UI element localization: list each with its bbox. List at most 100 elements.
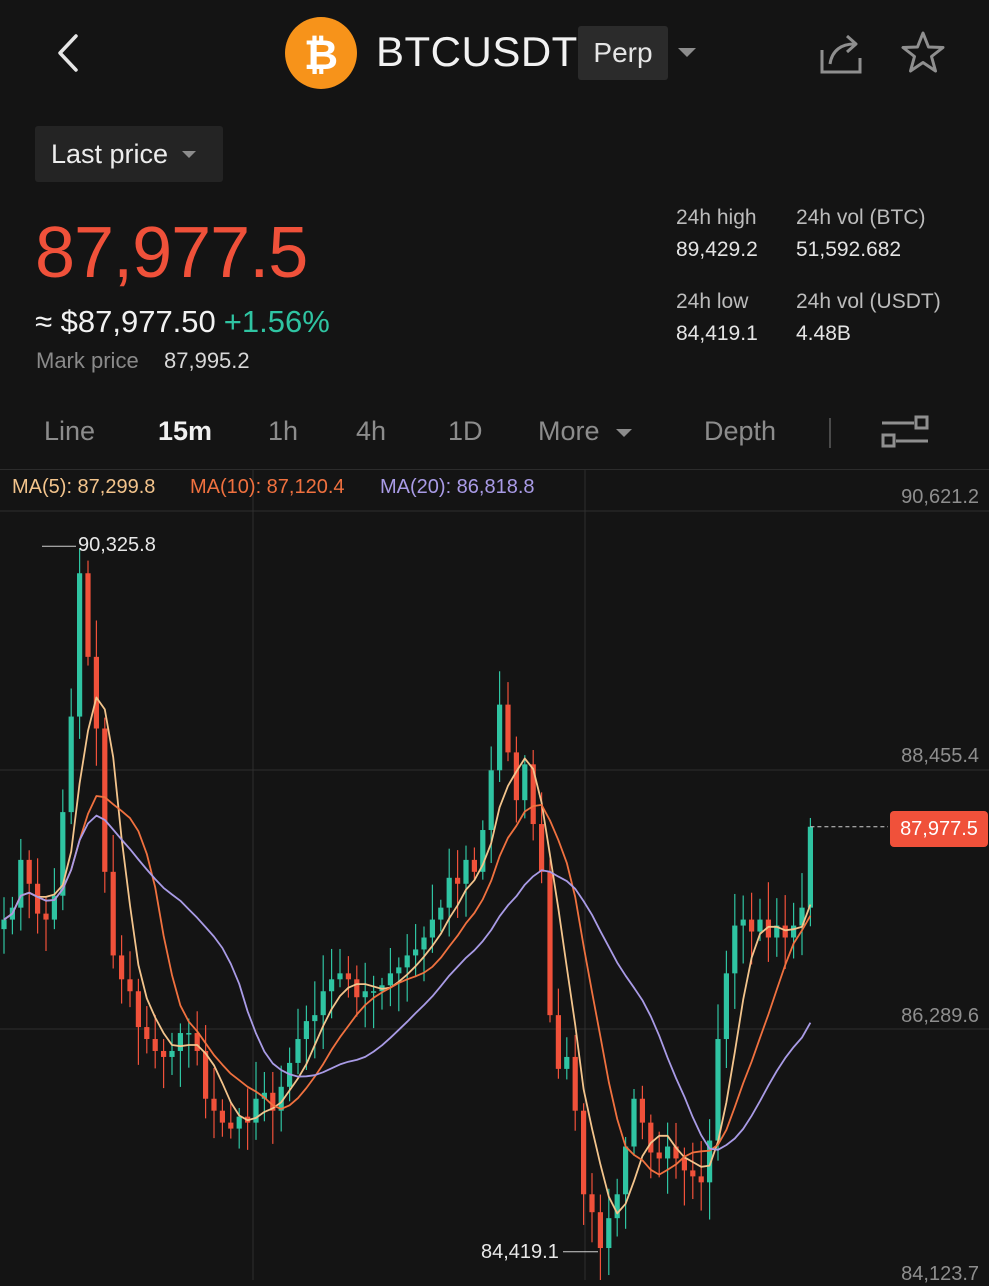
candle-body — [639, 1098, 645, 1123]
high-label: 24h high — [676, 206, 757, 229]
share-button[interactable] — [816, 28, 866, 78]
ma20-legend: MA(20): 86,818.8 — [380, 476, 535, 498]
sliders-icon — [881, 415, 929, 448]
candle-body — [354, 979, 360, 998]
candle-body — [681, 1158, 687, 1171]
candle-body — [43, 913, 49, 920]
candle-body — [144, 1027, 150, 1040]
candle-body — [539, 824, 545, 872]
candle-body — [110, 871, 116, 956]
y-axis-tick: 84,123.7 — [901, 1263, 979, 1285]
low-label: 24h low — [676, 290, 749, 313]
current-price-tag: 87,977.5 — [890, 811, 988, 847]
candle-body — [488, 770, 494, 831]
candle-body — [345, 973, 351, 980]
candle-body — [572, 1056, 578, 1111]
tab-depth[interactable]: Depth — [704, 416, 776, 447]
contract-type-badge[interactable]: Perp — [578, 26, 668, 80]
back-arrow-icon — [58, 34, 78, 72]
candle-body — [119, 955, 125, 980]
candle-body — [623, 1146, 629, 1195]
candle-body — [186, 1033, 192, 1035]
candle-body — [127, 979, 133, 992]
y-axis-tick: 86,289.6 — [901, 1005, 979, 1027]
tab-more[interactable]: More — [538, 416, 600, 447]
candle-body — [320, 991, 326, 1016]
ma10-legend: MA(10): 87,120.4 — [190, 476, 345, 498]
candle-body — [648, 1122, 654, 1153]
candle-body — [698, 1176, 704, 1183]
low-marker-label: 84,419.1 — [481, 1241, 559, 1263]
candle-body — [463, 859, 469, 884]
candle-body — [665, 1146, 671, 1159]
candle-body — [371, 991, 377, 993]
last-price: 87,977.5 — [35, 213, 308, 293]
candle-body — [656, 1152, 662, 1159]
candle-body — [614, 1194, 620, 1219]
usd-equivalent-row: ≈ $87,977.50 +1.56% — [35, 304, 330, 340]
candle-body — [152, 1039, 158, 1051]
candle-body — [581, 1110, 587, 1195]
tab-15m[interactable]: 15m — [158, 416, 212, 447]
candle-body — [589, 1194, 595, 1213]
tab-line[interactable]: Line — [44, 416, 95, 447]
chevron-down-icon — [616, 429, 632, 437]
candle-body — [68, 716, 74, 813]
candle-body — [219, 1110, 225, 1123]
tab-1h[interactable]: 1h — [268, 416, 298, 447]
candle-body — [782, 925, 788, 938]
candle-body — [446, 877, 452, 908]
candle-body — [421, 937, 427, 950]
candlestick-chart[interactable] — [0, 470, 989, 1280]
candle-body — [732, 925, 738, 974]
candle-body — [1, 919, 7, 930]
candle-body — [404, 955, 410, 968]
candle-body — [85, 573, 91, 657]
vol-btc-value: 51,592.682 — [796, 238, 902, 261]
vol-btc-label: 24h vol (BTC) — [796, 206, 926, 229]
candle-body — [77, 573, 83, 717]
high-marker-label: 90,325.8 — [78, 534, 156, 556]
svg-text:₿: ₿ — [304, 30, 338, 77]
candle-body — [387, 973, 393, 986]
tab-1d[interactable]: 1D — [448, 416, 483, 447]
candle-body — [690, 1170, 696, 1177]
chevron-down-icon[interactable] — [678, 48, 696, 57]
chart-settings-button[interactable] — [880, 414, 930, 450]
candle-body — [438, 907, 444, 920]
candle-body — [723, 973, 729, 1040]
tab-4h[interactable]: 4h — [356, 416, 386, 447]
candle-body — [203, 1050, 209, 1099]
candle-body — [807, 826, 813, 908]
back-button[interactable] — [48, 28, 88, 78]
y-axis-tick: 88,455.4 — [901, 745, 979, 767]
candle-body — [102, 728, 108, 872]
favorite-button[interactable] — [898, 28, 948, 78]
candle-body — [564, 1056, 570, 1069]
candle-body — [169, 1050, 175, 1057]
tab-divider — [829, 418, 831, 448]
candle-body — [177, 1033, 183, 1051]
chevron-down-icon — [182, 150, 197, 158]
low-value: 84,419.1 — [676, 322, 758, 345]
candle-body — [429, 919, 435, 938]
candle-body — [455, 877, 461, 884]
share-icon — [820, 34, 862, 74]
candle-body — [497, 704, 503, 771]
candle-body — [749, 919, 755, 932]
ma5-legend: MA(5): 87,299.8 — [12, 476, 156, 498]
candle-body — [413, 949, 419, 956]
price-type-selector[interactable]: Last price — [35, 126, 223, 182]
candle-body — [194, 1033, 200, 1051]
candle-body — [791, 925, 797, 938]
change-percent: +1.56% — [223, 304, 330, 339]
candle-body — [236, 1116, 242, 1129]
mark-price-value: 87,995.2 — [164, 348, 250, 373]
mark-price-label: Mark price — [36, 348, 139, 373]
candle-body — [522, 764, 528, 801]
candle-body — [93, 656, 99, 729]
candle-body — [303, 1021, 309, 1040]
candle-body — [715, 1039, 721, 1141]
symbol-title[interactable]: BTCUSDT — [376, 28, 578, 76]
candle-body — [362, 991, 368, 998]
